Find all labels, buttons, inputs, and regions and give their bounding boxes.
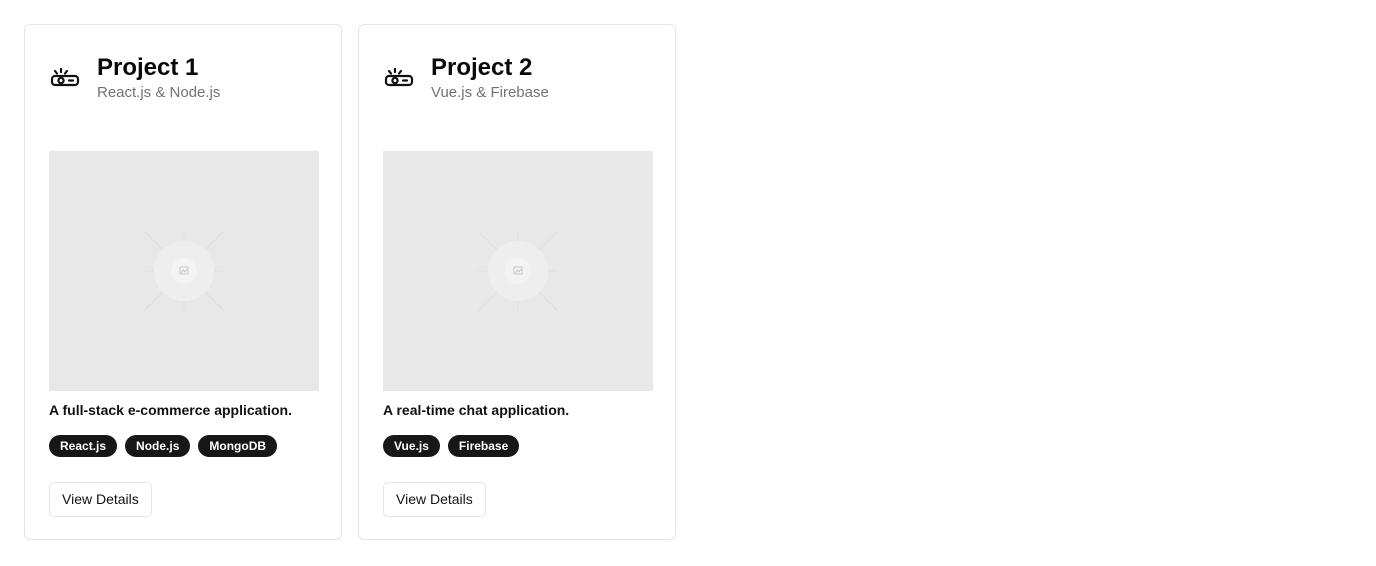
tag-list: React.js Node.js MongoDB <box>49 435 278 457</box>
view-details-button[interactable]: View Details <box>49 482 152 517</box>
project-card: Project 1 React.js & Node.js A full-stac… <box>24 24 342 540</box>
card-heading: Project 1 React.js & Node.js <box>97 54 220 103</box>
project-title: Project 1 <box>97 54 199 81</box>
tag-list: Vue.js Firebase <box>383 435 520 457</box>
card-heading: Project 2 Vue.js & Firebase <box>431 54 549 103</box>
tag-badge: MongoDB <box>198 435 278 457</box>
tag-badge: Vue.js <box>383 435 440 457</box>
card-header: Project 2 Vue.js & Firebase <box>383 54 651 103</box>
project-card: Project 2 Vue.js & Firebase A real-time … <box>358 24 676 540</box>
project-list: Project 1 React.js & Node.js A full-stac… <box>24 24 676 540</box>
projector-icon <box>384 67 414 87</box>
project-subtitle: React.js & Node.js <box>97 84 221 101</box>
image-icon <box>477 230 559 312</box>
project-title: Project 2 <box>431 54 533 81</box>
projector-icon <box>50 67 80 87</box>
project-subtitle: Vue.js & Firebase <box>431 84 549 101</box>
tag-badge: React.js <box>49 435 118 457</box>
image-icon <box>143 230 225 312</box>
tag-badge: Firebase <box>447 435 520 457</box>
card-header: Project 1 React.js & Node.js <box>49 54 317 103</box>
project-image-placeholder <box>49 151 319 391</box>
view-details-button[interactable]: View Details <box>383 482 486 517</box>
tag-badge: Node.js <box>125 435 191 457</box>
project-description: A full-stack e-commerce application. <box>49 402 292 418</box>
project-description: A real-time chat application. <box>383 402 570 418</box>
project-image-placeholder <box>383 151 653 391</box>
